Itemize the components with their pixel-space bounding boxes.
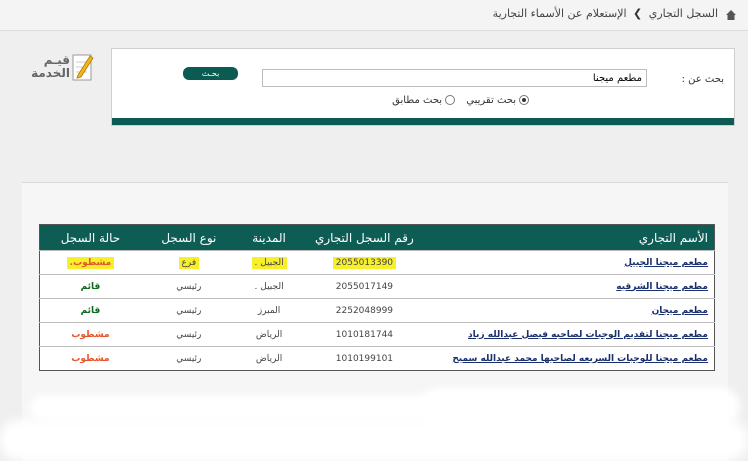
trade-name-link[interactable]: مطعم ميجنا الشرقيه — [616, 282, 708, 292]
city: الرياض — [236, 346, 302, 371]
search-mode-options: بحث تقريبي بحث مطابق — [384, 95, 529, 106]
radio-approximate-indicator[interactable] — [519, 95, 529, 105]
register-type: رئيسي — [140, 274, 237, 299]
status-badge: مشطوب. — [66, 256, 115, 269]
table-header-row: الأسم التجاري رقم السجل التجاري المدينة … — [39, 224, 715, 251]
search-panel: بحث عن : بحـث بحث تقريبي بحث مطابق — [111, 48, 735, 126]
breadcrumb-root-link[interactable]: السجل التجاري — [649, 7, 718, 20]
table-row: مطعم ميجنا الشرقيه 2055017149 الجبيل . ر… — [39, 274, 715, 299]
radio-exact[interactable]: بحث مطابق — [392, 95, 456, 106]
search-input[interactable] — [262, 69, 647, 87]
register-number: 2055017149 — [301, 274, 428, 299]
breadcrumb-separator: ❯ — [633, 7, 643, 20]
city: الجبيل . — [236, 274, 302, 299]
status-badge: مشطوب — [71, 353, 110, 364]
register-number: 2252048999 — [301, 298, 428, 323]
breadcrumb: السجل التجاري ❯ الإستعلام عن الأسماء الت… — [0, 0, 748, 31]
breadcrumb-current: الإستعلام عن الأسماء التجارية — [492, 7, 627, 20]
status-badge: قائم — [80, 281, 101, 292]
header-city: المدينة — [236, 224, 302, 251]
city: الجبيل . — [251, 256, 287, 269]
register-number: 1010199101 — [301, 346, 428, 371]
header-register-type: نوع السجل — [140, 224, 237, 251]
header-register-number: رقم السجل التجاري — [301, 224, 428, 251]
status-badge: قائم — [80, 305, 101, 316]
register-type: رئيسي — [140, 298, 237, 323]
redaction-overlay — [30, 395, 450, 421]
radio-approximate[interactable]: بحث تقريبي — [466, 95, 529, 106]
trade-name-link[interactable]: مطعم ميجنا للوجبات السريعه لصاحبها محمد … — [452, 354, 708, 364]
city: الرياض — [236, 322, 302, 347]
register-number: 1010181744 — [301, 322, 428, 347]
register-type: رئيسي — [140, 322, 237, 347]
search-button[interactable]: بحـث — [183, 67, 238, 80]
trade-name-link[interactable]: مطعم ميجان — [652, 306, 708, 316]
register-type: رئيسي — [140, 346, 237, 371]
register-type: فرع — [178, 256, 200, 269]
trade-name-link[interactable]: مطعم ميجنا الجبيل — [624, 258, 708, 268]
status-badge: مشطوب — [71, 329, 110, 340]
table-row: مطعم ميجنا الجبيل 2055013390 الجبيل . فر… — [39, 250, 715, 275]
pencil-note-icon — [72, 54, 94, 81]
logo-line-2: الخدمة — [31, 66, 70, 80]
table-row: مطعم ميجنا لتقديم الوجبات لصاحبه فيصل عب… — [39, 322, 715, 347]
radio-exact-indicator[interactable] — [445, 95, 456, 105]
table-row: مطعم ميجان 2252048999 المبرز رئيسي قائم — [39, 298, 715, 323]
home-icon[interactable] — [726, 10, 736, 20]
header-trade-name: الأسم التجاري — [427, 224, 715, 251]
service-rating-logo[interactable]: قيـم الخدمة — [24, 50, 94, 90]
search-panel-bar — [112, 118, 734, 125]
trade-name-link[interactable]: مطعم ميجنا لتقديم الوجبات لصاحبه فيصل عب… — [468, 330, 708, 340]
search-label: بحث عن : — [681, 74, 724, 85]
results-table: الأسم التجاري رقم السجل التجاري المدينة … — [39, 224, 715, 371]
radio-approximate-label: بحث تقريبي — [466, 95, 516, 106]
redaction-overlay — [0, 420, 748, 460]
city: المبرز — [236, 298, 302, 323]
header-register-status: حالة السجل — [39, 224, 141, 251]
register-number: 2055013390 — [332, 256, 397, 269]
radio-exact-label: بحث مطابق — [392, 95, 443, 106]
table-row: مطعم ميجنا للوجبات السريعه لصاحبها محمد … — [39, 346, 715, 371]
